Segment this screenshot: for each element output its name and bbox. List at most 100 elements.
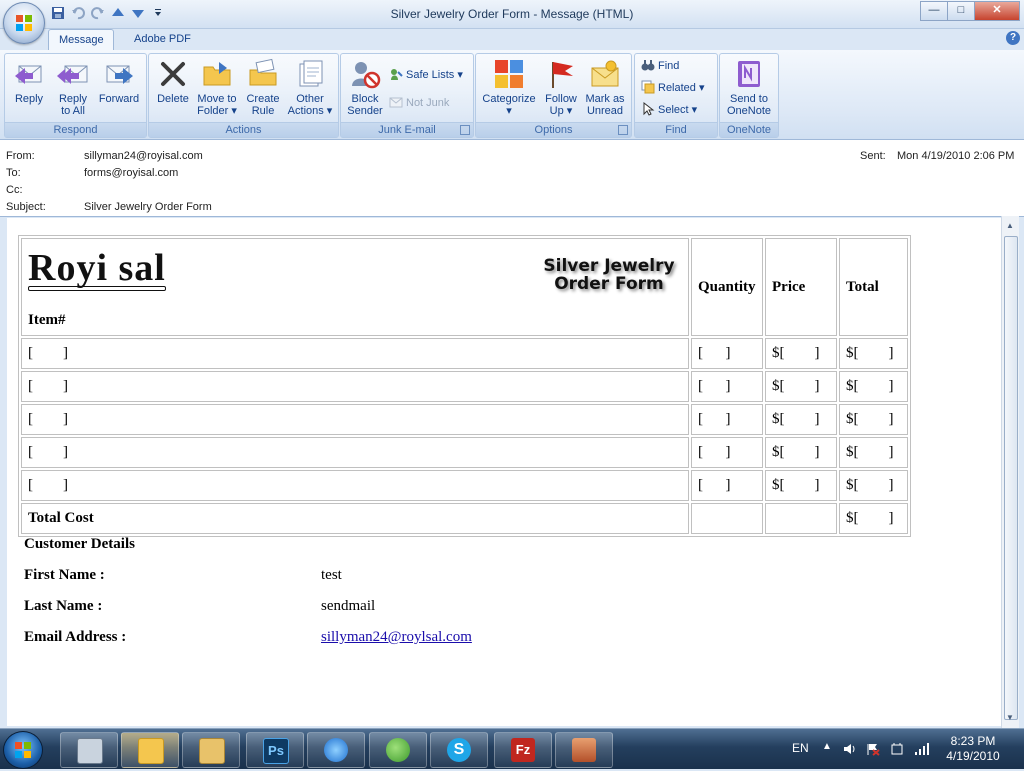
options-dialog-launcher[interactable]: [618, 125, 628, 135]
total-cell: $[ ]: [839, 371, 908, 402]
action-center-icon[interactable]: [866, 742, 880, 756]
follow-up-button[interactable]: Follow Up ▾: [539, 58, 583, 117]
tab-message[interactable]: Message: [48, 29, 114, 50]
total-cost-quantity-cell: [691, 503, 763, 534]
flag-icon: [552, 62, 573, 88]
item-header-cell: Royi sal Silver Jewelry Order Form Item#: [21, 238, 689, 336]
group-respond: Reply Reply to All Forward Respond: [4, 53, 147, 138]
taskbar-photoshop[interactable]: Ps: [246, 732, 304, 768]
taskbar-filezilla[interactable]: Fz: [494, 732, 552, 768]
create-rule-button[interactable]: Create Rule: [241, 58, 285, 117]
tab-adobe-pdf[interactable]: Adobe PDF: [124, 29, 201, 49]
quantity-header: Quantity: [691, 238, 763, 336]
total-cost-value: $[ ]: [839, 503, 908, 534]
group-label-options: Options: [476, 122, 631, 137]
scroll-thumb[interactable]: [1004, 236, 1018, 720]
group-actions: Delete Move to Folder ▾ Create Rule Othe…: [148, 53, 339, 138]
reply-icon: [15, 65, 42, 84]
block-sender-button[interactable]: Block Sender: [343, 58, 387, 117]
close-button[interactable]: ✕: [974, 1, 1020, 21]
forward-button[interactable]: Forward: [95, 58, 143, 105]
quantity-cell: [ ]: [691, 470, 763, 501]
group-label-respond: Respond: [5, 122, 146, 137]
from-value[interactable]: sillyman24@royisal.com: [84, 150, 203, 162]
device-icon[interactable]: [890, 742, 904, 756]
reply-all-button[interactable]: Reply to All: [51, 58, 95, 117]
taskbar-explorer[interactable]: [182, 732, 240, 768]
network-signal-icon[interactable]: [914, 742, 930, 756]
windows-logo-icon: [15, 742, 31, 758]
scroll-up-icon[interactable]: ▲: [1005, 221, 1015, 231]
group-label-actions: Actions: [149, 122, 338, 137]
filezilla-icon: Fz: [511, 738, 535, 762]
total-cost-price-cell: [765, 503, 837, 534]
not-junk-button[interactable]: Not Junk: [389, 94, 449, 112]
window-controls: — □ ✕: [920, 1, 1020, 21]
related-button[interactable]: Related ▾: [641, 79, 705, 97]
brand-logo: Royi sal: [28, 249, 166, 291]
taskbar-messenger[interactable]: [369, 732, 427, 768]
skype-icon: S: [447, 738, 471, 762]
to-value[interactable]: forms@royisal.com: [84, 167, 178, 179]
ribbon: Reply Reply to All Forward Respond Delet…: [0, 50, 1024, 140]
last-name-value: sendmail: [321, 598, 376, 614]
office-button[interactable]: [3, 2, 45, 44]
group-onenote: Send to OneNote OneNote: [719, 53, 779, 138]
item-cell: [ ]: [21, 437, 689, 468]
quantity-cell: [ ]: [691, 338, 763, 369]
from-label: From:: [6, 150, 35, 162]
taskbar-outlook[interactable]: [121, 732, 179, 768]
window-title: Silver Jewelry Order Form - Message (HTM…: [390, 7, 634, 21]
language-indicator[interactable]: EN: [792, 741, 809, 755]
group-label-junk-email: Junk E-mail: [341, 122, 473, 137]
volume-icon[interactable]: [842, 742, 856, 756]
mark-as-unread-button[interactable]: Mark as Unread: [582, 58, 628, 117]
total-cell: $[ ]: [839, 470, 908, 501]
taskbar-calculator[interactable]: [60, 732, 118, 768]
show-hidden-icons-icon[interactable]: ▲: [822, 741, 832, 752]
quantity-cell: [ ]: [691, 437, 763, 468]
maximize-button[interactable]: □: [947, 1, 975, 21]
subject-label: Subject:: [6, 201, 46, 213]
message-header: From: sillyman24@royisal.com To: forms@r…: [0, 140, 1024, 217]
system-clock[interactable]: 8:23 PM 4/19/2010: [938, 734, 1008, 764]
table-header-row: Royi sal Silver Jewelry Order Form Item#…: [21, 238, 908, 336]
total-cell: $[ ]: [839, 404, 908, 435]
customer-details-heading: Customer Details: [24, 536, 135, 552]
group-options: Categorize ▾ Follow Up ▾ Mark as Unread …: [475, 53, 632, 138]
cursor-icon: [641, 101, 655, 116]
taskbar-skype[interactable]: S: [430, 732, 488, 768]
taskbar-app[interactable]: [555, 732, 613, 768]
sent-value: Mon 4/19/2010 2:06 PM: [897, 150, 1015, 162]
price-header: Price: [765, 238, 837, 336]
send-to-onenote-button[interactable]: Send to OneNote: [722, 58, 776, 117]
start-button[interactable]: [3, 731, 43, 769]
select-button[interactable]: Select ▾: [641, 101, 697, 119]
find-button[interactable]: Find: [641, 57, 679, 75]
item-cell: [ ]: [21, 338, 689, 369]
email-address-link[interactable]: sillyman24@roylsal.com: [321, 629, 472, 646]
group-label-find: Find: [635, 122, 717, 137]
categorize-button[interactable]: Categorize ▾: [478, 58, 540, 117]
binoculars-icon: [641, 58, 655, 72]
scroll-down-icon[interactable]: ▼: [1005, 713, 1015, 723]
delete-button[interactable]: Delete: [153, 58, 193, 105]
outlook-icon: [138, 738, 164, 764]
table-row: [ ] [ ] $[ ] $[ ]: [21, 404, 908, 435]
help-icon[interactable]: ?: [1006, 31, 1020, 45]
vertical-scrollbar[interactable]: ▲ ▼: [1001, 216, 1019, 728]
move-to-folder-button[interactable]: Move to Folder ▾: [193, 58, 241, 117]
junk-dialog-launcher[interactable]: [460, 125, 470, 135]
to-label: To:: [6, 167, 21, 179]
item-cell: [ ]: [21, 470, 689, 501]
reply-button[interactable]: Reply: [9, 58, 49, 105]
total-header: Total: [839, 238, 908, 336]
table-row: [ ] [ ] $[ ] $[ ]: [21, 437, 908, 468]
safe-lists-button[interactable]: Safe Lists ▾: [389, 66, 463, 84]
price-cell: $[ ]: [765, 404, 837, 435]
order-form-table: Royi sal Silver Jewelry Order Form Item#…: [18, 235, 911, 537]
minimize-button[interactable]: —: [920, 1, 948, 21]
taskbar-internet-explorer[interactable]: [307, 732, 365, 768]
other-actions-button[interactable]: Other Actions ▾: [285, 58, 335, 117]
app-icon: [572, 738, 596, 762]
